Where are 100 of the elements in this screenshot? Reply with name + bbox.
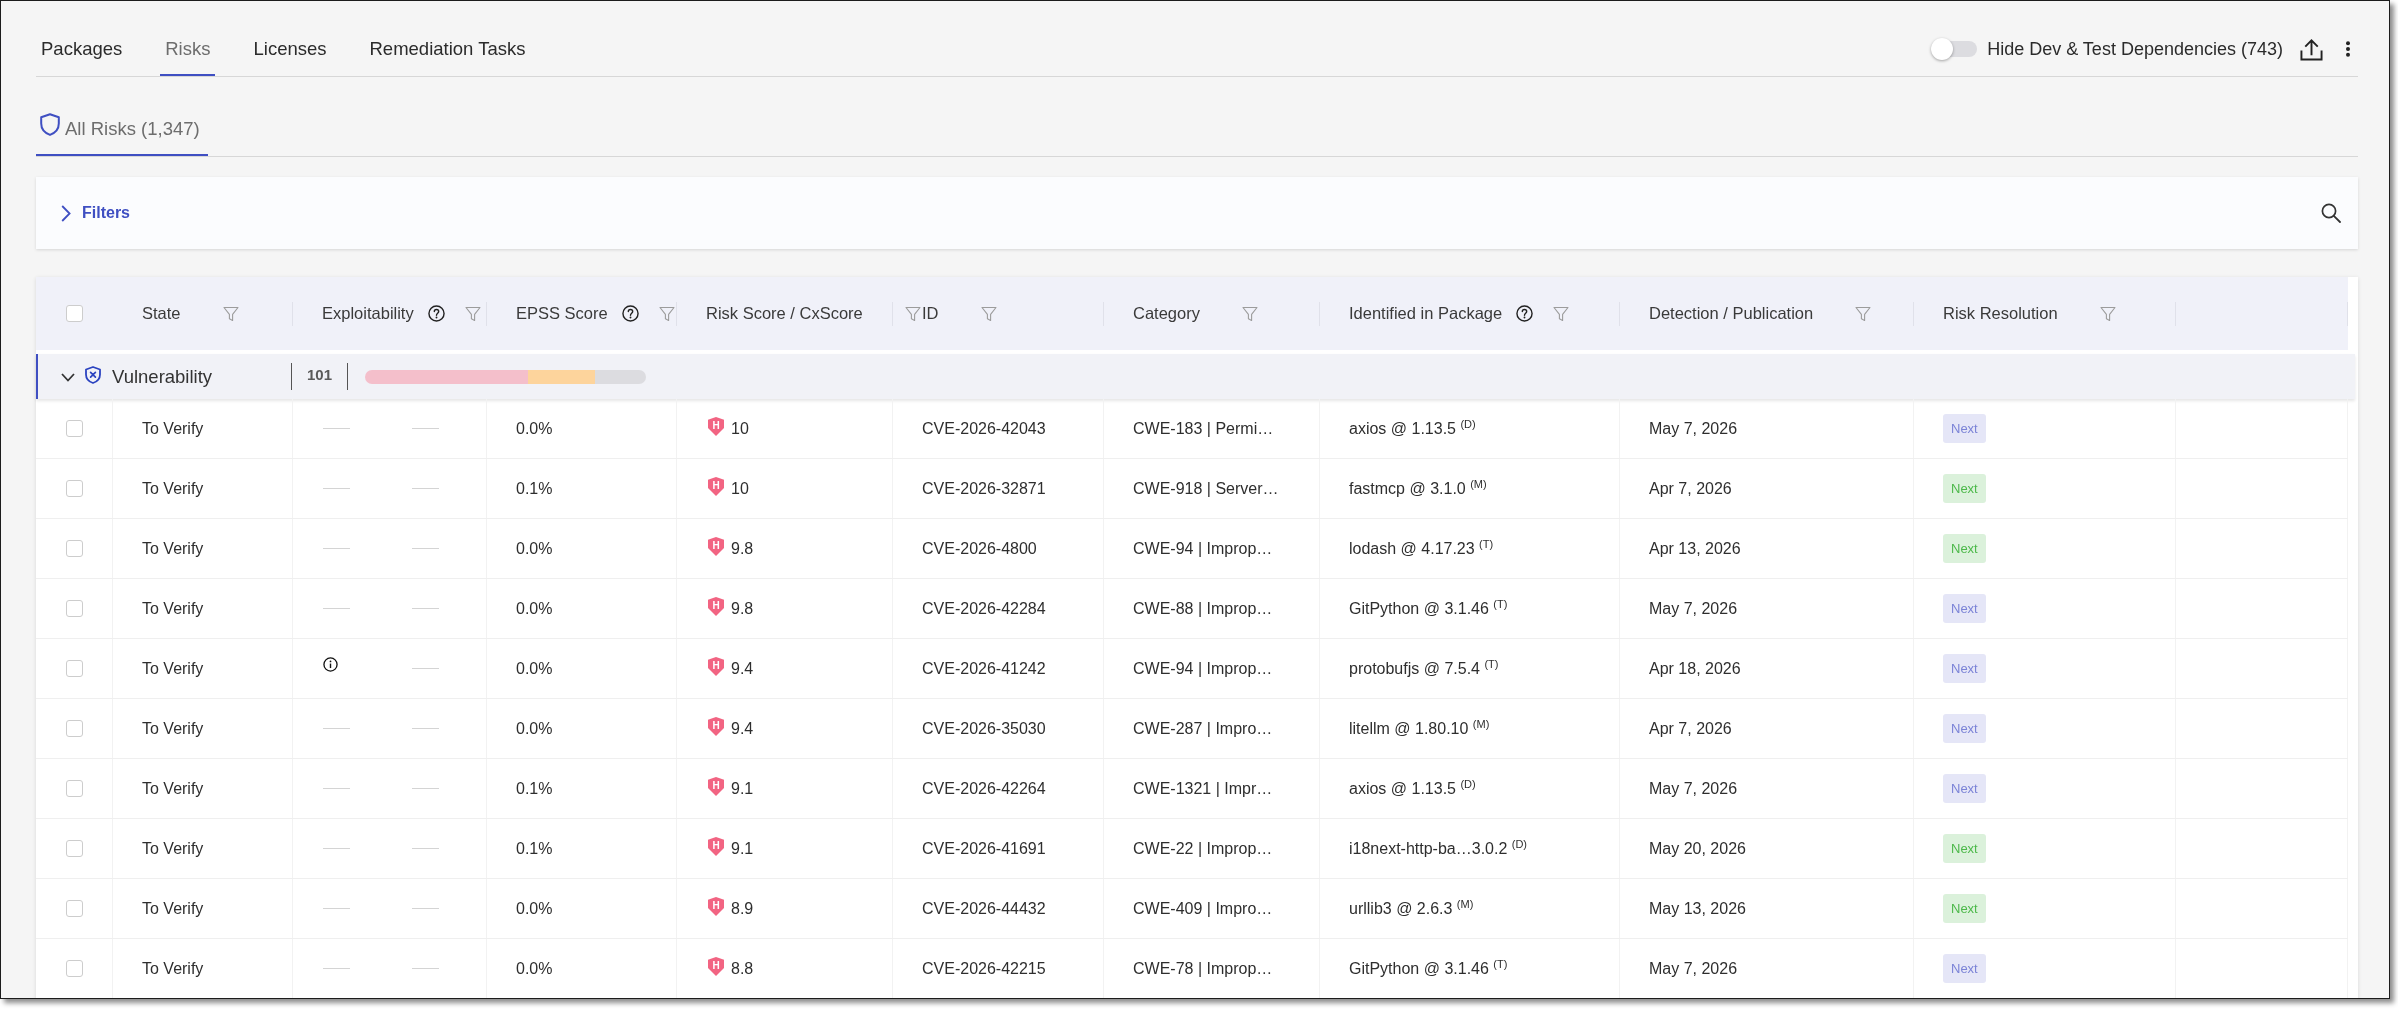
filter-icon[interactable] [2099, 305, 2116, 322]
severity-badge: H [708, 417, 724, 436]
filter-icon[interactable] [1553, 305, 1570, 322]
epss-score: 0.0% [516, 419, 553, 438]
severity-segment [595, 369, 647, 384]
risk-score: 9.4 [731, 659, 754, 678]
column-header[interactable]: Risk Resolution [1943, 304, 2058, 323]
row-checkbox[interactable] [66, 900, 83, 917]
epss-score: 0.1% [516, 779, 553, 798]
package-name: urllib3 @ 2.6.3 $^{(M)}$ [1349, 899, 1474, 918]
dash-icon [412, 428, 439, 429]
filter-icon[interactable] [658, 305, 675, 322]
row-checkbox[interactable] [66, 840, 83, 857]
cve-id[interactable]: CVE-2026-44432 [922, 899, 1046, 918]
tab[interactable]: Remediation Tasks [364, 22, 531, 76]
dash-icon [412, 728, 439, 729]
column-header[interactable]: Detection / Publication [1649, 304, 1814, 323]
cve-id[interactable]: CVE-2026-42215 [922, 959, 1046, 978]
row-checkbox[interactable] [66, 600, 83, 617]
column-header[interactable]: Identified in Package [1349, 304, 1503, 323]
state-text: To Verify [142, 479, 204, 498]
subtab[interactable]: All Risks (1,347) [36, 104, 208, 156]
package-name: fastmcp @ 3.1.0 $^{(M)}$ [1349, 479, 1487, 498]
category-text: CWE-78 | Improp… [1133, 959, 1273, 978]
category-text: CWE-287 | Impro… [1133, 719, 1273, 738]
package-name: GitPython @ 3.1.46 $^{(T)}$ [1349, 959, 1508, 978]
state-text: To Verify [142, 659, 204, 678]
detection-date: May 13, 2026 [1649, 899, 1746, 918]
dash-icon [323, 788, 350, 789]
severity-badge: H [708, 777, 724, 796]
cve-id[interactable]: CVE-2026-32871 [922, 479, 1046, 498]
risk-score: 8.8 [731, 959, 754, 978]
dash-icon [412, 668, 439, 669]
upload-icon[interactable] [2300, 37, 2323, 61]
cve-id[interactable]: CVE-2026-41691 [922, 839, 1046, 858]
detection-date: May 7, 2026 [1649, 419, 1738, 438]
epss-score: 0.0% [516, 539, 553, 558]
filter-icon[interactable] [1241, 305, 1258, 322]
filter-icon[interactable] [1855, 305, 1872, 322]
severity-badge: H [708, 597, 724, 616]
detection-date: May 7, 2026 [1649, 779, 1738, 798]
detection-date: Apr 7, 2026 [1649, 719, 1732, 738]
cve-id[interactable]: CVE-2026-42284 [922, 599, 1046, 618]
tab[interactable]: Packages [36, 22, 128, 76]
category-text: CWE-94 | Improp… [1133, 539, 1273, 558]
filters-toggle[interactable]: Filters [61, 204, 130, 222]
column-header[interactable]: EPSS Score [516, 304, 608, 323]
risk-score: 9.8 [731, 599, 754, 618]
severity-badge: H [708, 837, 724, 856]
dash-icon [323, 908, 350, 909]
severity-badge: H [708, 477, 724, 496]
toggle-switch[interactable] [1931, 38, 1978, 60]
detection-date: May 7, 2026 [1649, 959, 1738, 978]
cve-id[interactable]: CVE-2026-42043 [922, 419, 1046, 438]
risk-score: 9.1 [731, 839, 754, 858]
risk-score: 10 [731, 419, 749, 438]
row-checkbox[interactable] [66, 660, 83, 677]
row-checkbox[interactable] [66, 780, 83, 797]
filter-icon[interactable] [904, 305, 921, 322]
select-all-checkbox[interactable] [66, 305, 83, 322]
package-name: axios @ 1.13.5 $^{(D)}$ [1349, 419, 1476, 438]
row-checkbox[interactable] [66, 540, 83, 557]
cve-id[interactable]: CVE-2026-35030 [922, 719, 1046, 738]
column-header[interactable]: Category [1133, 304, 1200, 323]
category-text: CWE-88 | Improp… [1133, 599, 1273, 618]
severity-badge: H [708, 537, 724, 556]
shield-x-icon [85, 365, 101, 384]
epss-score: 0.0% [516, 899, 553, 918]
category-text: CWE-918 | Server… [1133, 479, 1279, 498]
package-name: axios @ 1.13.5 $^{(D)}$ [1349, 779, 1476, 798]
column-header[interactable]: Risk Score / CxScore [706, 304, 863, 323]
dash-icon [323, 968, 350, 969]
dash-icon [323, 548, 350, 549]
detection-date: Apr 18, 2026 [1649, 659, 1741, 678]
epss-score: 0.0% [516, 719, 553, 738]
detection-date: Apr 7, 2026 [1649, 479, 1732, 498]
chevron-down-icon[interactable] [61, 373, 75, 382]
package-name: protobufjs @ 7.5.4 $^{(T)}$ [1349, 659, 1499, 678]
dash-icon [412, 848, 439, 849]
state-text: To Verify [142, 719, 204, 738]
cve-id[interactable]: CVE-2026-4800 [922, 539, 1037, 558]
dash-icon [412, 968, 439, 969]
cve-id[interactable]: CVE-2026-42264 [922, 779, 1046, 798]
column-header[interactable]: State [142, 304, 181, 323]
row-checkbox[interactable] [66, 720, 83, 737]
state-text: To Verify [142, 779, 204, 798]
row-checkbox[interactable] [66, 960, 83, 977]
cve-id[interactable]: CVE-2026-41242 [922, 659, 1046, 678]
filter-icon[interactable] [222, 305, 239, 322]
filter-icon[interactable] [464, 305, 481, 322]
search-icon[interactable] [2321, 203, 2341, 223]
column-header[interactable]: Exploitability [322, 304, 414, 323]
dash-icon [323, 428, 350, 429]
tab[interactable]: Risks [160, 22, 216, 76]
row-checkbox[interactable] [66, 420, 83, 437]
row-checkbox[interactable] [66, 480, 83, 497]
filter-icon[interactable] [980, 305, 997, 322]
column-header[interactable]: ID [922, 304, 939, 323]
tab[interactable]: Licenses [248, 22, 332, 76]
kebab-menu-icon[interactable] [2345, 41, 2351, 57]
